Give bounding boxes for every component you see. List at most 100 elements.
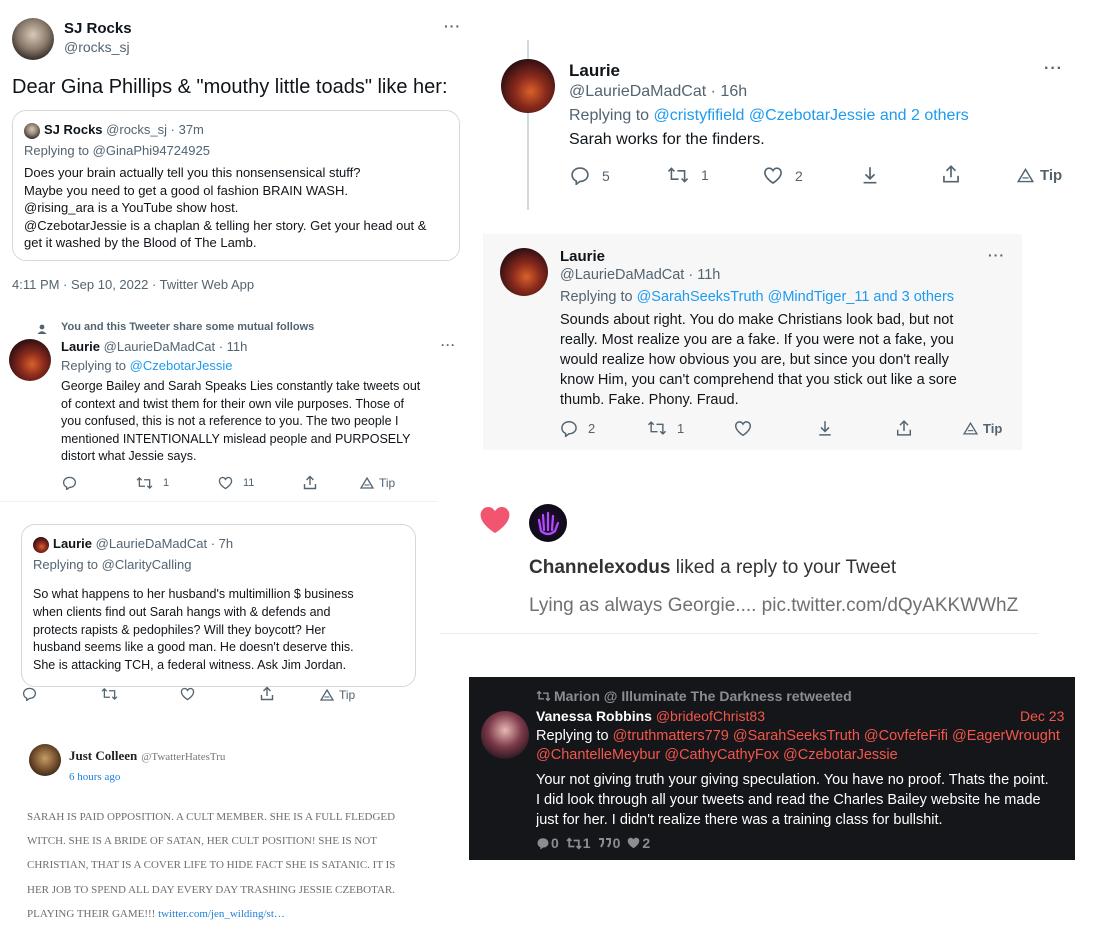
author-handle[interactable]: @brideofChrist83 bbox=[656, 708, 765, 724]
text-line: really. Most realize you are a fake. If … bbox=[560, 332, 954, 348]
tip-button[interactable]: Tip bbox=[963, 421, 1002, 436]
post-time[interactable]: 6 hours ago bbox=[69, 771, 120, 783]
tweet-timestamp[interactable]: 4:11 PM · Sep 10, 2022 · Twitter Web App bbox=[12, 277, 254, 292]
share-icon bbox=[943, 165, 959, 183]
author-name[interactable]: Laurie bbox=[560, 248, 605, 265]
text-line: you confused, this is not a reference to… bbox=[61, 414, 399, 429]
tip-label: Tip bbox=[1040, 167, 1063, 184]
tweet-text: Sarah works for the finders. bbox=[569, 131, 765, 148]
download-button[interactable] bbox=[817, 419, 833, 442]
retweet-button[interactable] bbox=[101, 687, 118, 706]
replying-handle[interactable]: @ClarityCalling bbox=[102, 557, 192, 572]
quote-author-meta: @rocks_sj · 37m bbox=[106, 122, 204, 137]
tip-button[interactable]: Tip bbox=[360, 476, 395, 490]
replying-handle[interactable]: @cristyfifield @CzebotarJessie and 2 oth… bbox=[654, 107, 969, 124]
replying-prefix: Replying to bbox=[536, 728, 613, 744]
author-meta[interactable]: @LaurieDaMadCat · 16h bbox=[569, 83, 747, 101]
author-name[interactable]: Vanessa Robbins bbox=[536, 708, 652, 724]
text-line: George Bailey and Sarah Speaks Lies cons… bbox=[61, 379, 421, 393]
avatar[interactable] bbox=[481, 711, 529, 759]
tweet-laurie-mutual: You and this Tweeter share some mutual f… bbox=[0, 312, 468, 502]
more-icon[interactable]: ··· bbox=[441, 338, 456, 352]
text-line: Maybe you need to get a good ol fashion … bbox=[24, 182, 348, 198]
replying-prefix: Replying to bbox=[24, 143, 93, 158]
replying-handle[interactable]: @SarahSeeksTruth @MindTiger_11 and 3 oth… bbox=[637, 289, 954, 305]
share-button[interactable] bbox=[942, 164, 960, 189]
retweet-button[interactable]: 1 bbox=[136, 476, 169, 490]
quote-stat[interactable]: 0 bbox=[598, 835, 620, 851]
person-icon bbox=[37, 321, 47, 334]
download-button[interactable] bbox=[861, 165, 879, 190]
author-name[interactable]: Just Colleen bbox=[69, 748, 137, 763]
like-button[interactable] bbox=[734, 420, 752, 442]
more-icon[interactable]: ··· bbox=[444, 18, 461, 34]
author-handle[interactable]: @TwatterHatesTru bbox=[141, 751, 225, 763]
reply-icon bbox=[561, 421, 577, 437]
tweet-laurie-finders: Laurie @LaurieDaMadCat · 16h ··· Replyin… bbox=[480, 0, 1094, 210]
heart-icon bbox=[734, 421, 752, 437]
avatar[interactable] bbox=[9, 339, 51, 381]
replying-to: Replying to @cristyfifield @CzebotarJess… bbox=[569, 107, 969, 125]
replying-handle[interactable]: @GinaPhi94724925 bbox=[93, 143, 210, 158]
quoted-tweet[interactable]: Laurie @LaurieDaMadCat · 7h Replying to … bbox=[21, 524, 416, 687]
tip-button[interactable]: Tip bbox=[320, 688, 355, 702]
replying-handle[interactable]: @CzebotarJessie bbox=[130, 358, 233, 373]
tweet-text: Your not giving truth your giving specul… bbox=[536, 770, 1049, 830]
mutual-follows-note: You and this Tweeter share some mutual f… bbox=[61, 321, 315, 333]
reply-button[interactable] bbox=[22, 687, 37, 706]
post-link[interactable]: twitter.com/jen_wilding/st… bbox=[158, 908, 285, 920]
author-handle[interactable]: @rocks_sj bbox=[64, 39, 130, 55]
replying-handles[interactable]: @truthmatters779 @SarahSeeksTruth @Covfe… bbox=[613, 728, 1060, 744]
like-button[interactable]: 11 bbox=[218, 476, 254, 490]
text-line: @rising_ara is a YouTube show host. bbox=[24, 200, 239, 215]
author-meta[interactable]: @LaurieDaMadCat · 11h bbox=[560, 267, 720, 283]
replying-prefix: Replying to bbox=[33, 557, 102, 572]
avatar[interactable] bbox=[529, 504, 567, 542]
like-button[interactable]: 2 bbox=[763, 166, 803, 185]
reply-stat[interactable]: 0 bbox=[536, 835, 559, 851]
like-notification[interactable]: Channelexodus liked a reply to your Twee… bbox=[440, 494, 1038, 634]
reply-button[interactable] bbox=[62, 476, 77, 495]
avatar[interactable] bbox=[12, 18, 54, 60]
replying-line: Replying to @truthmatters779 @SarahSeeks… bbox=[536, 727, 1060, 746]
retweet-stat[interactable]: 1 bbox=[566, 835, 591, 851]
quote-author-meta: @LaurieDaMadCat · 7h bbox=[95, 536, 234, 551]
retweeted-by[interactable]: Marion @ Illuminate The Darkness retweet… bbox=[554, 688, 852, 704]
tweet-date[interactable]: Dec 23 bbox=[1020, 708, 1064, 724]
retweet-banner: Marion @ Illuminate The Darkness retweet… bbox=[536, 688, 852, 704]
like-count: 11 bbox=[243, 477, 255, 489]
quote-author-name: Laurie bbox=[53, 536, 93, 551]
share-button[interactable] bbox=[303, 475, 317, 495]
retweet-button[interactable]: 1 bbox=[667, 166, 709, 184]
share-button[interactable] bbox=[260, 686, 274, 706]
author-name[interactable]: Laurie bbox=[569, 61, 620, 81]
replying-handles[interactable]: @ChantelleMeybur @CathyCathyFox @Czebota… bbox=[536, 746, 1060, 765]
replying-to: Replying to @SarahSeeksTruth @MindTiger_… bbox=[560, 289, 954, 305]
retweet-button[interactable]: 1 bbox=[647, 420, 684, 436]
replying-to: Replying to @GinaPhi94724925 bbox=[24, 143, 210, 158]
more-icon[interactable]: ··· bbox=[988, 247, 1005, 263]
reply-button[interactable]: 5 bbox=[570, 166, 610, 185]
avatar[interactable] bbox=[501, 59, 555, 113]
retweet-count: 1 bbox=[677, 420, 685, 436]
quote-header: SJ Rocks @rocks_sj · 37m bbox=[44, 122, 204, 137]
author-meta[interactable]: @LaurieDaMadCat · 11h bbox=[104, 339, 248, 354]
avatar[interactable] bbox=[500, 248, 548, 296]
more-icon[interactable]: ··· bbox=[1044, 60, 1063, 78]
avatar[interactable] bbox=[29, 744, 61, 776]
like-stat[interactable]: 2 bbox=[627, 835, 650, 851]
liker-name[interactable]: Channelexodus bbox=[529, 557, 670, 578]
text-line: HER JOB TO SPEND ALL DAY EVERY DAY TRASH… bbox=[27, 883, 395, 896]
share-icon bbox=[896, 420, 912, 436]
tip-button[interactable]: Tip bbox=[1017, 167, 1062, 184]
tweet-laurie-quote-card: Laurie @LaurieDaMadCat · 7h Replying to … bbox=[0, 515, 440, 715]
reply-button[interactable]: 2 bbox=[560, 420, 595, 437]
author-name[interactable]: SJ Rocks bbox=[64, 20, 132, 37]
like-button[interactable] bbox=[180, 687, 195, 706]
download-icon bbox=[863, 167, 877, 184]
hand-icon bbox=[537, 511, 560, 536]
quoted-tweet[interactable]: SJ Rocks @rocks_sj · 37m Replying to @Gi… bbox=[12, 110, 460, 261]
reply-icon bbox=[537, 837, 549, 850]
share-button[interactable] bbox=[896, 419, 912, 442]
author-name[interactable]: Laurie bbox=[61, 339, 100, 354]
